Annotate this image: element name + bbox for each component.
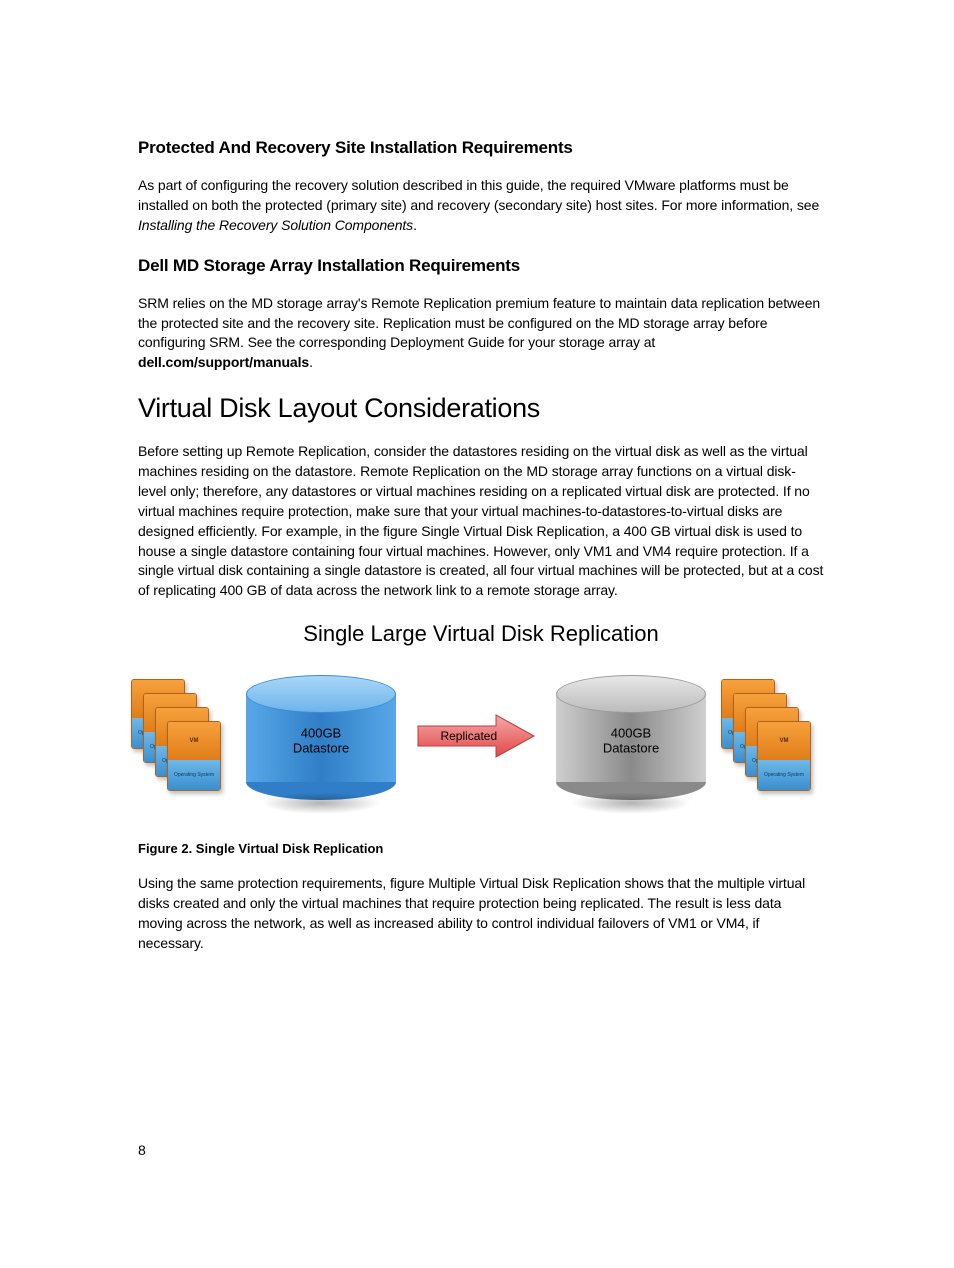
text: As part of configuring the recovery solu… — [138, 177, 819, 213]
figure-caption: Figure 2. Single Virtual Disk Replicatio… — [138, 841, 824, 856]
vm-stack-left: VMOperating System VMOperating System VM… — [131, 679, 221, 799]
vm-stack-right: VMOperating System VMOperating System VM… — [721, 679, 811, 799]
figure-title: Single Large Virtual Disk Replication — [138, 621, 824, 647]
text: . — [309, 354, 313, 370]
disk-size: 400GB — [301, 725, 341, 740]
paragraph-intro: As part of configuring the recovery solu… — [138, 176, 824, 236]
text-bold-link: dell.com/support/manuals — [138, 354, 309, 370]
arrow-label: Replicated — [440, 729, 497, 743]
datastore-cylinder-target: 400GBDatastore — [556, 675, 706, 800]
text: . — [413, 217, 417, 233]
heading-virtual-disk-layout: Virtual Disk Layout Considerations — [138, 393, 824, 424]
paragraph-multiple-vdisk: Using the same protection requirements, … — [138, 874, 824, 954]
vm-card: VMOperating System — [757, 721, 811, 791]
heading-dell-md: Dell MD Storage Array Installation Requi… — [138, 256, 824, 276]
vm-label: VM — [758, 722, 810, 759]
paragraph-srm: SRM relies on the MD storage array's Rem… — [138, 294, 824, 374]
paragraph-layout: Before setting up Remote Replication, co… — [138, 442, 824, 601]
vm-os-label: Operating System — [168, 760, 220, 791]
disk-label: Datastore — [603, 741, 659, 756]
vm-label: VM — [168, 722, 220, 759]
page-number: 8 — [138, 1142, 146, 1158]
vm-card: VMOperating System — [167, 721, 221, 791]
heading-protected-recovery: Protected And Recovery Site Installation… — [138, 138, 824, 158]
figure-single-vdisk: Single Large Virtual Disk Replication VM… — [138, 621, 824, 856]
disk-size: 400GB — [611, 725, 651, 740]
document-page: Protected And Recovery Site Installation… — [0, 0, 954, 1268]
disk-label: Datastore — [293, 741, 349, 756]
vm-os-label: Operating System — [758, 760, 810, 791]
text: SRM relies on the MD storage array's Rem… — [138, 295, 820, 351]
diagram: VMOperating System VMOperating System VM… — [141, 661, 821, 831]
replication-arrow: Replicated — [416, 711, 536, 761]
datastore-cylinder-source: 400GBDatastore — [246, 675, 396, 800]
text-italic: Installing the Recovery Solution Compone… — [138, 217, 413, 233]
